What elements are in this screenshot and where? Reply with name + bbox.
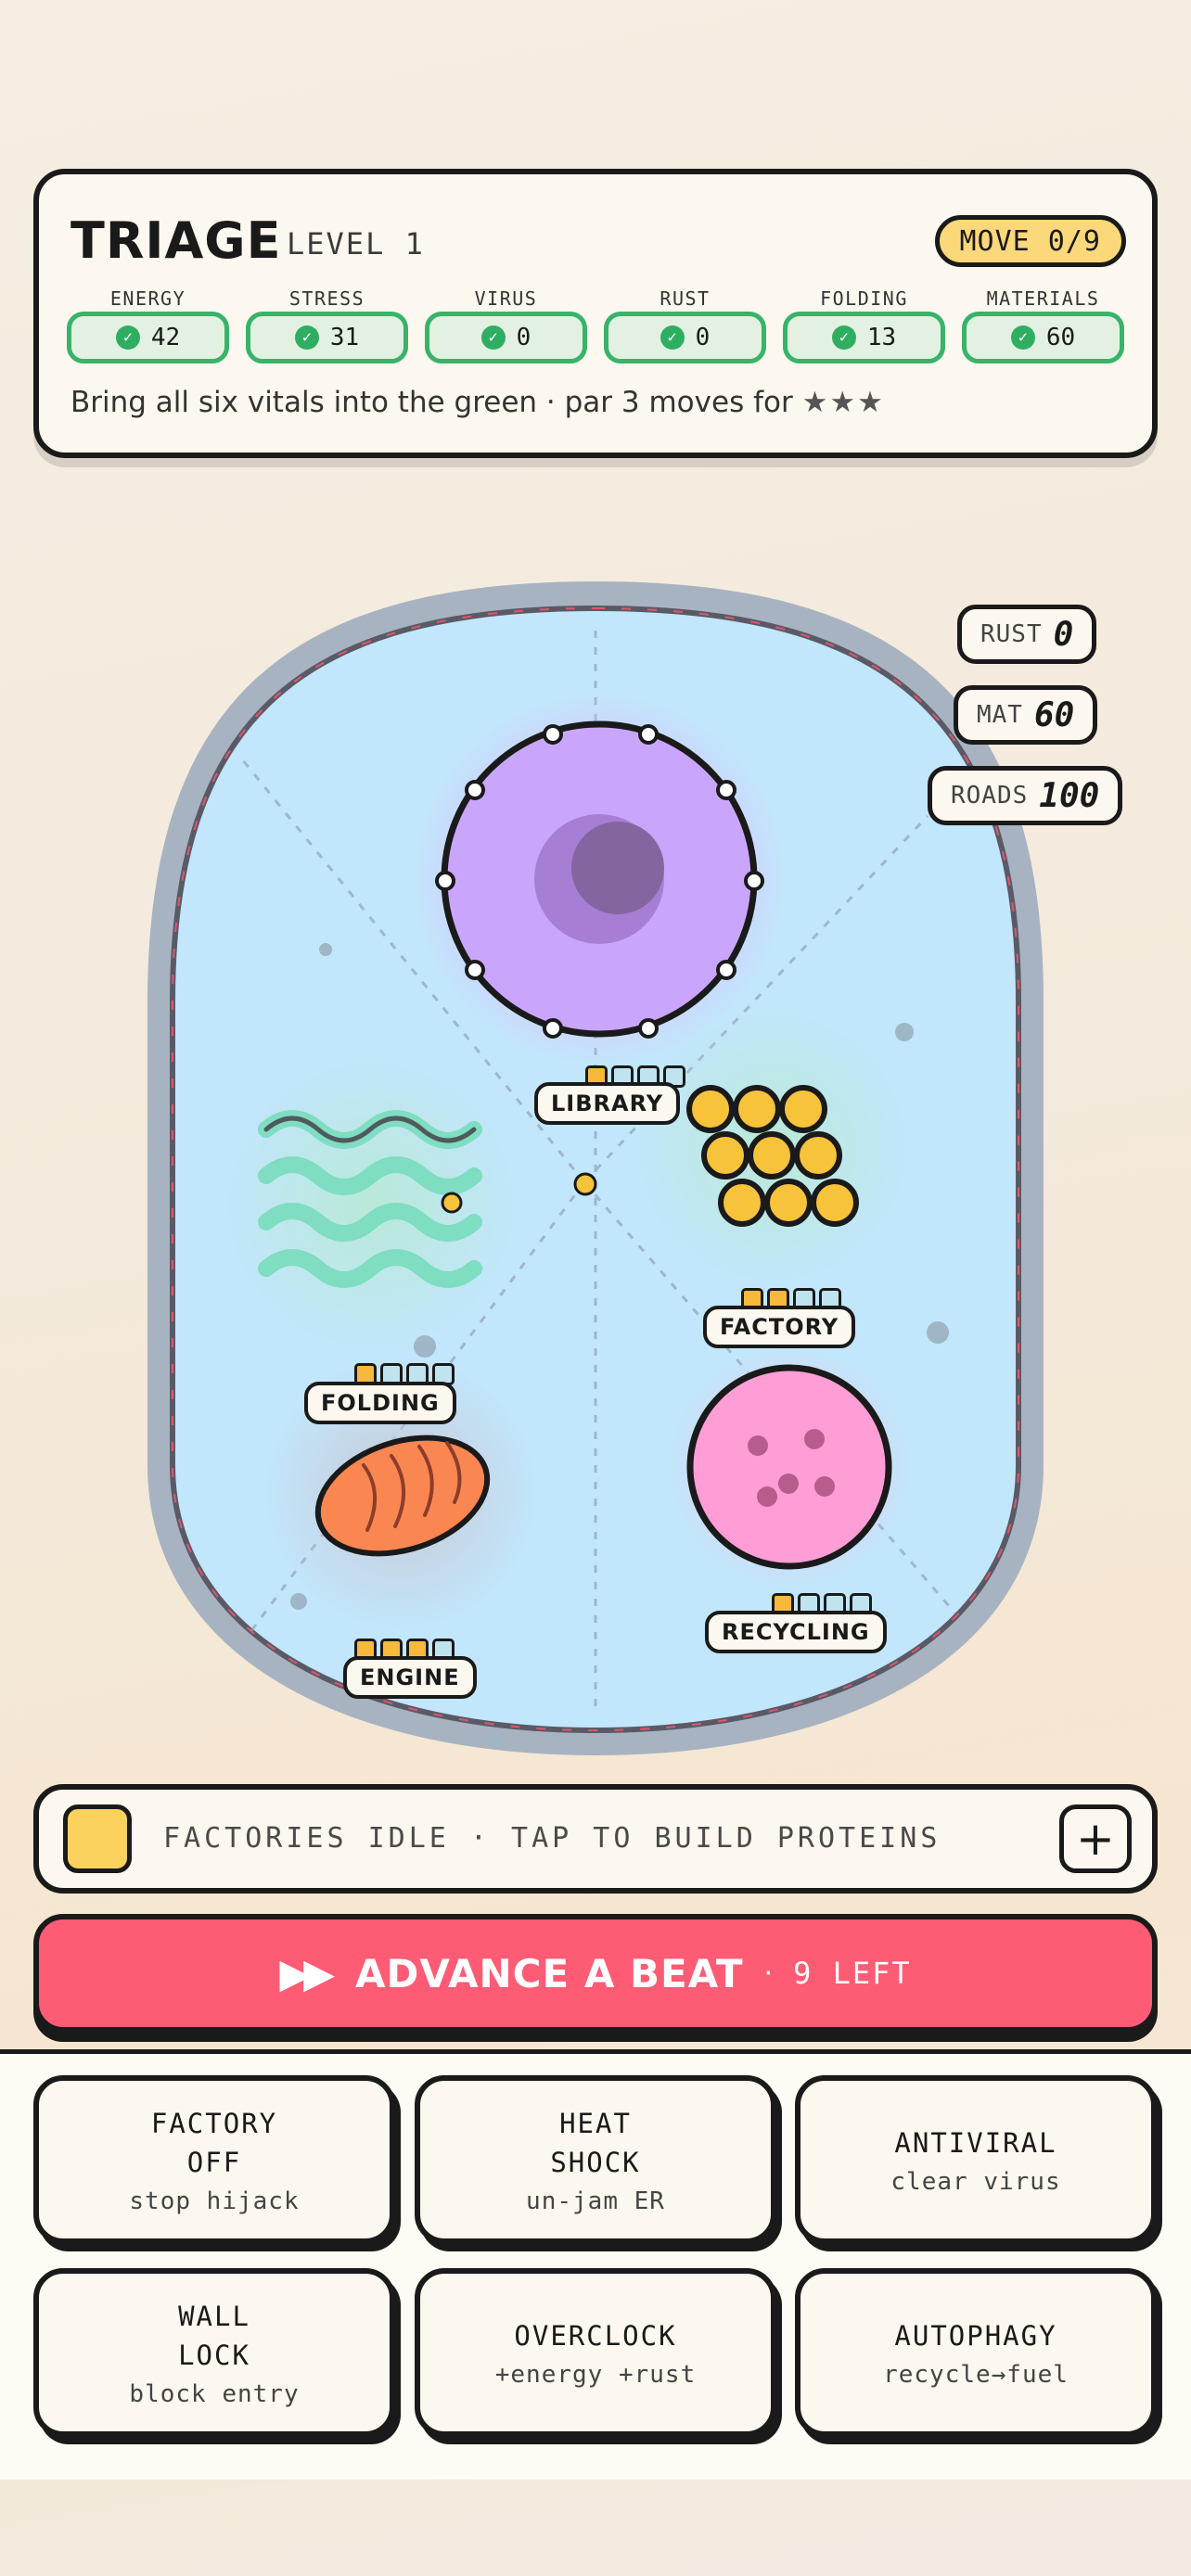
- stat-value: 60: [1033, 695, 1075, 734]
- advance-separator: ·: [763, 1957, 774, 1990]
- vital-value: 13: [866, 324, 897, 351]
- vital-label: VIRUS: [474, 287, 538, 310]
- vital-stress: STRESS ✓ 31: [246, 287, 408, 363]
- action-name: AUTOPHAGY: [894, 2320, 1057, 2352]
- action-desc: un-jam ER: [526, 2187, 665, 2215]
- vital-label: RUST: [660, 287, 711, 310]
- vital-pill: ✓ 0: [425, 312, 587, 363]
- vital-folding: FOLDING ✓ 13: [783, 287, 945, 363]
- stat-key: RUST: [980, 620, 1043, 648]
- rust-stat: RUST 0: [957, 605, 1097, 664]
- roads-stat: ROADS 100: [928, 766, 1123, 825]
- beats-left: 9 LEFT: [793, 1956, 912, 1991]
- materials-stat: MAT 60: [954, 685, 1098, 745]
- check-icon: ✓: [480, 325, 506, 350]
- folding-label[interactable]: FOLDING: [304, 1382, 456, 1424]
- recycling-lysosome[interactable]: [669, 1346, 910, 1588]
- vital-value: 0: [695, 324, 711, 351]
- vital-value: 60: [1045, 324, 1076, 351]
- status-panel: TRIAGE LEVEL 1 MOVE 0/9 ENERGY ✓ 42 STRES…: [33, 169, 1158, 458]
- check-icon: ✓: [294, 325, 319, 350]
- vital-pill: ✓ 60: [962, 312, 1124, 363]
- action-antiviral[interactable]: ANTIVIRAL clear virus: [795, 2075, 1157, 2244]
- recycling-label[interactable]: RECYCLING: [705, 1611, 887, 1653]
- vital-label: FOLDING: [820, 287, 908, 310]
- library-nucleus[interactable]: [414, 694, 785, 1065]
- action-name: OVERCLOCK: [514, 2320, 677, 2352]
- vital-pill: ✓ 42: [67, 312, 229, 363]
- level-label: LEVEL 1: [287, 226, 425, 261]
- build-bar[interactable]: FACTORIES IDLE · TAP TO BUILD PROTEINS +: [33, 1784, 1158, 1894]
- vital-label: ENERGY: [109, 287, 186, 310]
- vital-pill: ✓ 0: [604, 312, 766, 363]
- vital-value: 31: [329, 324, 360, 351]
- action-autophagy[interactable]: AUTOPHAGY recycle→fuel: [795, 2268, 1157, 2437]
- protein-particle[interactable]: [573, 1172, 597, 1196]
- advance-label: ADVANCE A BEAT: [355, 1950, 744, 1996]
- engine-label[interactable]: ENGINE: [343, 1656, 477, 1699]
- vital-value: 42: [150, 324, 181, 351]
- vital-value: 0: [516, 324, 531, 351]
- action-desc: block entry: [129, 2380, 300, 2408]
- action-desc: recycle→fuel: [883, 2361, 1069, 2389]
- vital-energy: ENERGY ✓ 42: [67, 287, 229, 363]
- plus-icon[interactable]: +: [1059, 1804, 1132, 1873]
- vital-label: STRESS: [288, 287, 365, 310]
- stat-value: 0: [1053, 615, 1074, 654]
- build-status-text: FACTORIES IDLE · TAP TO BUILD PROTEINS: [163, 1822, 941, 1855]
- stat-key: ROADS: [951, 782, 1029, 810]
- action-desc: +energy +rust: [494, 2361, 697, 2389]
- action-name: HEAT SHOCK: [550, 2108, 641, 2178]
- protein-swatch: [63, 1804, 132, 1873]
- action-overclock[interactable]: OVERCLOCK +energy +rust: [415, 2268, 776, 2437]
- vitals-row: ENERGY ✓ 42 STRESS ✓ 31 VIRUS ✓ 0 RUST ✓ 0 F…: [67, 287, 1124, 363]
- vital-materials: MATERIALS ✓ 60: [962, 287, 1124, 363]
- action-factory-off[interactable]: FACTORY OFF stop hijack: [33, 2075, 395, 2244]
- action-desc: clear virus: [890, 2168, 1061, 2196]
- star-rating: ★★★: [801, 386, 885, 419]
- game-title: TRIAGE: [70, 211, 282, 270]
- action-heat-shock[interactable]: HEAT SHOCK un-jam ER: [415, 2075, 776, 2244]
- action-name: ANTIVIRAL: [894, 2127, 1057, 2159]
- check-icon: ✓: [831, 325, 856, 350]
- check-icon: ✓: [115, 325, 140, 350]
- vital-virus: VIRUS ✓ 0: [425, 287, 587, 363]
- action-name: WALL LOCK: [178, 2301, 250, 2371]
- action-desc: stop hijack: [129, 2187, 300, 2215]
- goal-hint: Bring all six vitals into the green · pa…: [70, 386, 885, 419]
- stat-value: 100: [1039, 776, 1100, 815]
- factory-ribosomes[interactable]: [633, 1008, 911, 1286]
- check-icon: ✓: [1010, 325, 1035, 350]
- folding-er[interactable]: [223, 1057, 519, 1354]
- vital-label: MATERIALS: [986, 287, 1100, 310]
- action-wall-lock[interactable]: WALL LOCK block entry: [33, 2268, 395, 2437]
- action-name: FACTORY OFF: [150, 2108, 278, 2178]
- vital-pill: ✓ 31: [246, 312, 408, 363]
- factory-label[interactable]: FACTORY: [703, 1306, 856, 1348]
- vital-rust: RUST ✓ 0: [604, 287, 766, 363]
- advance-button[interactable]: ▶▶ ADVANCE A BEAT · 9 LEFT: [33, 1914, 1158, 2033]
- vital-pill: ✓ 13: [783, 312, 945, 363]
- fast-forward-icon: ▶▶: [279, 1949, 335, 1997]
- check-icon: ✓: [660, 325, 685, 350]
- move-counter: MOVE 0/9: [934, 215, 1126, 267]
- goal-text: Bring all six vitals into the green · pa…: [70, 386, 793, 419]
- library-label[interactable]: LIBRARY: [534, 1082, 681, 1125]
- stat-key: MAT: [977, 701, 1023, 729]
